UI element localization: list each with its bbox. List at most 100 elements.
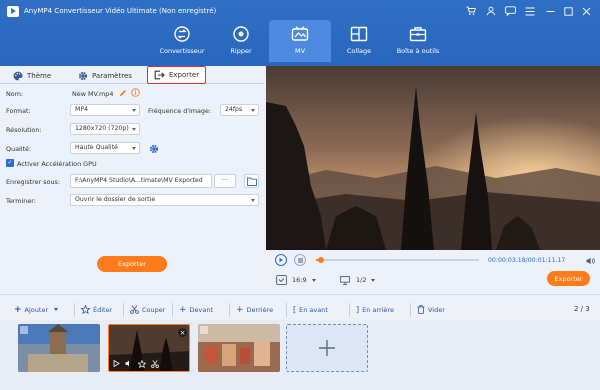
toolbar-divider (172, 303, 173, 317)
clip-close-icon[interactable]: × (178, 328, 187, 337)
export-button-label: Exporter (118, 260, 146, 268)
nav-toolbox[interactable]: Boîte à outils (387, 20, 449, 62)
resolution-label: Résolution: (6, 126, 42, 134)
name-label: Nom: (6, 90, 24, 98)
chat-icon[interactable] (503, 4, 517, 18)
gpu-checkbox[interactable]: ✓ (6, 159, 14, 167)
nav-convertisseur[interactable]: Convertisseur (151, 20, 213, 62)
finish-value: Ouvrir le dossier de sortie (75, 196, 156, 203)
edit-button[interactable]: Éditer (81, 304, 112, 315)
clear-button[interactable]: Vider (417, 304, 445, 315)
backward-button[interactable]: ] En arrière (356, 304, 394, 315)
stop-button[interactable] (294, 254, 306, 266)
tab-label: Exporter (169, 71, 200, 79)
progress-knob[interactable] (317, 257, 324, 263)
convert-icon (173, 25, 191, 43)
open-folder-button[interactable] (244, 174, 259, 188)
name-value: New MV.mp4 (72, 90, 114, 98)
cut-label: Couper (142, 305, 166, 314)
clip-audio-icon[interactable] (124, 359, 133, 368)
forward-button[interactable]: [ En avant (293, 304, 328, 315)
browse-label: ··· (222, 177, 228, 184)
mv-icon (291, 25, 309, 43)
resolution-select[interactable]: 1280x720 (720p) (70, 123, 140, 135)
toolbar-divider (410, 303, 411, 317)
toolbar-divider (74, 303, 75, 317)
cut-button[interactable]: Couper (130, 304, 165, 315)
app-logo-icon (7, 6, 19, 17)
time-display: 00:00:03.18/00:01:11.17 (488, 257, 566, 264)
nav-label: Collage (346, 47, 372, 55)
chevron-down-icon (132, 128, 136, 131)
format-select[interactable]: MP4 (70, 104, 140, 116)
trash-icon (417, 305, 425, 314)
quality-settings-icon[interactable] (148, 143, 159, 154)
bracket-right-icon: ] (356, 305, 360, 314)
scissors-icon (130, 305, 139, 314)
nav-collage[interactable]: Collage (328, 20, 390, 62)
chevron-down-icon[interactable] (371, 279, 375, 282)
export-icon (154, 70, 165, 80)
chevron-down-icon[interactable] (312, 279, 316, 282)
back-label: Derrière (246, 305, 274, 314)
gear-icon (78, 71, 88, 80)
clip-play-icon[interactable] (112, 359, 121, 368)
tab-label: Thème (27, 71, 52, 80)
tab-export[interactable]: Exporter (147, 66, 207, 84)
stop-icon (297, 257, 303, 263)
finish-label: Terminer: (6, 197, 36, 205)
pencil-icon[interactable] (118, 88, 127, 97)
title-bar: AnyMP4 Convertisseur Vidéo Ultimate (Non… (0, 0, 600, 66)
video-preview[interactable] (266, 66, 600, 250)
menu-icon[interactable] (523, 4, 537, 18)
player-controls: 00:00:03.18/00:01:11.17 16:9 1/2 Exporte… (266, 250, 600, 294)
plus-icon (319, 340, 335, 356)
toolbar-divider (123, 303, 124, 317)
volume-icon[interactable] (585, 256, 595, 266)
play-button[interactable] (275, 254, 287, 266)
progress-track[interactable] (316, 257, 479, 263)
clip-thumbnail-selected[interactable]: × (108, 324, 190, 372)
close-icon[interactable] (579, 4, 593, 18)
tab-theme[interactable]: Thème (13, 68, 51, 83)
info-icon[interactable] (131, 88, 140, 97)
nav-ripper[interactable]: Ripper (210, 20, 272, 62)
gpu-label: Activer Accélération GPU (17, 160, 97, 168)
save-label: Enregistrer sous: (6, 178, 61, 186)
add-clip-placeholder[interactable] (286, 324, 368, 372)
back-button[interactable]: + Derrière (236, 304, 273, 315)
format-value: MP4 (75, 106, 89, 113)
star-icon (81, 305, 90, 314)
add-label: Ajouter (24, 305, 49, 314)
clip-thumbnail[interactable] (198, 324, 280, 372)
bracket-left-icon: [ (293, 305, 297, 314)
toolbox-icon (409, 25, 427, 43)
fps-value: 24fps (225, 106, 243, 113)
minimize-icon[interactable] (543, 4, 557, 18)
export-button[interactable]: Exporter (97, 256, 167, 272)
nav-mv[interactable]: MV (269, 20, 331, 62)
nav-label: Ripper (230, 47, 252, 55)
fps-select[interactable]: 24fps (220, 104, 259, 116)
export-settings-panel: Thème Paramètres Exporter Nom: New MV.mp… (0, 66, 264, 294)
save-path-field[interactable]: F:\AnyMP4 Studio\A...timate\MV Exported (70, 174, 212, 188)
browse-button[interactable]: ··· (214, 174, 236, 188)
clip-scissors-icon[interactable] (150, 359, 159, 368)
aspect-ratio-value[interactable]: 16:9 (292, 276, 307, 284)
quality-select[interactable]: Haute Qualité (70, 142, 140, 154)
front-button[interactable]: + Devant (179, 304, 213, 315)
export-button-preview[interactable]: Exporter (547, 271, 590, 286)
tab-bar: Thème Paramètres Exporter (0, 66, 264, 84)
finish-select[interactable]: Ouvrir le dossier de sortie (70, 194, 259, 206)
maximize-icon[interactable] (561, 4, 575, 18)
add-button[interactable]: + Ajouter (14, 304, 59, 315)
tab-settings[interactable]: Paramètres (78, 68, 132, 83)
screen-value[interactable]: 1/2 (356, 276, 366, 284)
clip-star-icon[interactable] (137, 359, 146, 368)
monitor-icon (339, 275, 351, 285)
user-icon[interactable] (484, 4, 498, 18)
quality-value: Haute Qualité (75, 144, 118, 151)
cart-icon[interactable] (464, 4, 478, 18)
clip-thumbnail[interactable] (18, 324, 100, 372)
front-label: Devant (189, 305, 214, 314)
